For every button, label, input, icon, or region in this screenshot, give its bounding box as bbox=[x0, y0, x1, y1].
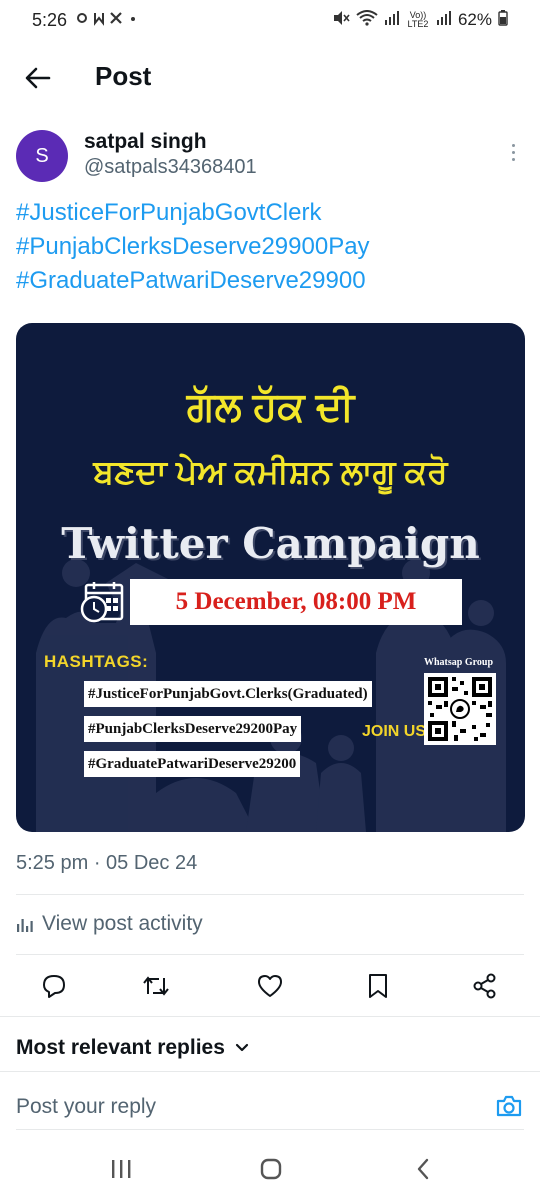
reply-sort-dropdown[interactable]: Most relevant replies bbox=[16, 1036, 249, 1060]
home-icon bbox=[260, 1158, 282, 1180]
share-icon bbox=[473, 973, 496, 999]
battery-icon bbox=[498, 9, 508, 31]
post-actions-bar bbox=[0, 962, 540, 1010]
campaign-title: Twitter Campaign bbox=[61, 519, 480, 568]
top-app-bar: Post bbox=[0, 48, 540, 108]
author-handle[interactable]: @satpals34368401 bbox=[84, 156, 257, 179]
whatsapp-group-label: Whatsap Group bbox=[424, 657, 494, 668]
image-hashtag: #GraduatePatwariDeserve29200 bbox=[84, 751, 301, 777]
repost-icon bbox=[143, 976, 169, 996]
post-image[interactable]: ਗੱਲ ਹੱਕ ਦੀ ਬਣਦਾ ਪੇਅ ਕਮੀਸ਼ਨ ਲਾਗੂ ਕਰੋ Twit… bbox=[16, 323, 525, 832]
system-navigation-bar bbox=[0, 1140, 540, 1200]
divider bbox=[16, 894, 524, 895]
status-right: Vo)) LTE2 62% bbox=[332, 9, 508, 31]
arrow-left-icon bbox=[25, 67, 51, 89]
bar-chart-icon bbox=[17, 919, 33, 932]
battery-level: 62% bbox=[457, 10, 492, 29]
divider bbox=[0, 1071, 540, 1072]
qr-code-icon bbox=[424, 673, 496, 745]
hashtag-link[interactable]: #GraduatePatwariDeserve29900 bbox=[16, 264, 526, 298]
avatar[interactable]: S bbox=[16, 130, 68, 182]
status-time: 5:26 bbox=[32, 9, 68, 30]
bookmark-icon bbox=[369, 974, 387, 998]
punjabi-headline: ਗੱਲ ਹੱਕ ਦੀ bbox=[186, 385, 355, 429]
post-text: #JusticeForPunjabGovtClerk #PunjabClerks… bbox=[16, 196, 526, 298]
share-button[interactable] bbox=[470, 972, 500, 1000]
chevron-down-icon bbox=[235, 1043, 249, 1052]
view-post-activity-link[interactable]: View post activity bbox=[16, 912, 203, 936]
image-hashtag: #JusticeForPunjabGovt.Clerks(Graduated) bbox=[84, 681, 372, 707]
recents-icon bbox=[112, 1160, 131, 1178]
network-label: Vo)) LTE2 bbox=[407, 10, 429, 29]
repost-button[interactable] bbox=[141, 972, 171, 1000]
join-us-label: JOIN US: bbox=[362, 723, 432, 740]
reply-input[interactable] bbox=[16, 1092, 456, 1122]
campaign-date: 5 December, 08:00 PM bbox=[130, 579, 462, 625]
chevron-left-icon bbox=[417, 1158, 429, 1180]
more-options-button[interactable] bbox=[502, 140, 524, 164]
status-bar: 5:26 Vo)) LTE2 62% bbox=[0, 0, 540, 40]
punjabi-subheadline: ਬਣਦਾ ਪੇਅ ਕਮੀਸ਼ਨ ਲਾਗੂ ਕਰੋ bbox=[93, 453, 448, 490]
camera-icon bbox=[496, 1095, 522, 1117]
author-name[interactable]: satpal singh bbox=[84, 130, 207, 154]
calendar-clock-icon bbox=[80, 582, 124, 623]
comment-icon bbox=[43, 975, 65, 998]
hashtag-link[interactable]: #JusticeForPunjabGovtClerk bbox=[16, 196, 526, 230]
mute-icon bbox=[332, 10, 350, 31]
signal-icon-2 bbox=[436, 10, 452, 31]
bookmark-button[interactable] bbox=[363, 972, 393, 1000]
notification-icons bbox=[75, 10, 153, 30]
hashtag-link[interactable]: #PunjabClerksDeserve29900Pay bbox=[16, 230, 526, 264]
post-timestamp: 5:25 pm · 05 Dec 24 bbox=[16, 852, 198, 874]
status-left: 5:26 bbox=[32, 10, 153, 31]
home-button[interactable] bbox=[256, 1156, 286, 1182]
like-button[interactable] bbox=[255, 972, 285, 1000]
heart-icon bbox=[258, 975, 282, 997]
more-vertical-icon bbox=[511, 143, 515, 147]
wifi-icon bbox=[356, 9, 378, 31]
camera-button[interactable] bbox=[494, 1092, 524, 1120]
back-button[interactable] bbox=[22, 62, 54, 94]
divider bbox=[16, 1129, 524, 1130]
divider bbox=[16, 954, 524, 955]
reply-sort-label: Most relevant replies bbox=[16, 1036, 225, 1059]
reply-button[interactable] bbox=[39, 972, 69, 1000]
hashtags-label: HASHTAGS: bbox=[44, 652, 149, 671]
image-hashtag: #PunjabClerksDeserve29200Pay bbox=[84, 716, 302, 742]
recent-apps-button[interactable] bbox=[106, 1156, 136, 1182]
view-post-activity-label: View post activity bbox=[42, 912, 203, 935]
signal-icon bbox=[384, 10, 400, 31]
page-title: Post bbox=[95, 61, 152, 91]
system-back-button[interactable] bbox=[408, 1156, 438, 1182]
divider bbox=[0, 1016, 540, 1017]
